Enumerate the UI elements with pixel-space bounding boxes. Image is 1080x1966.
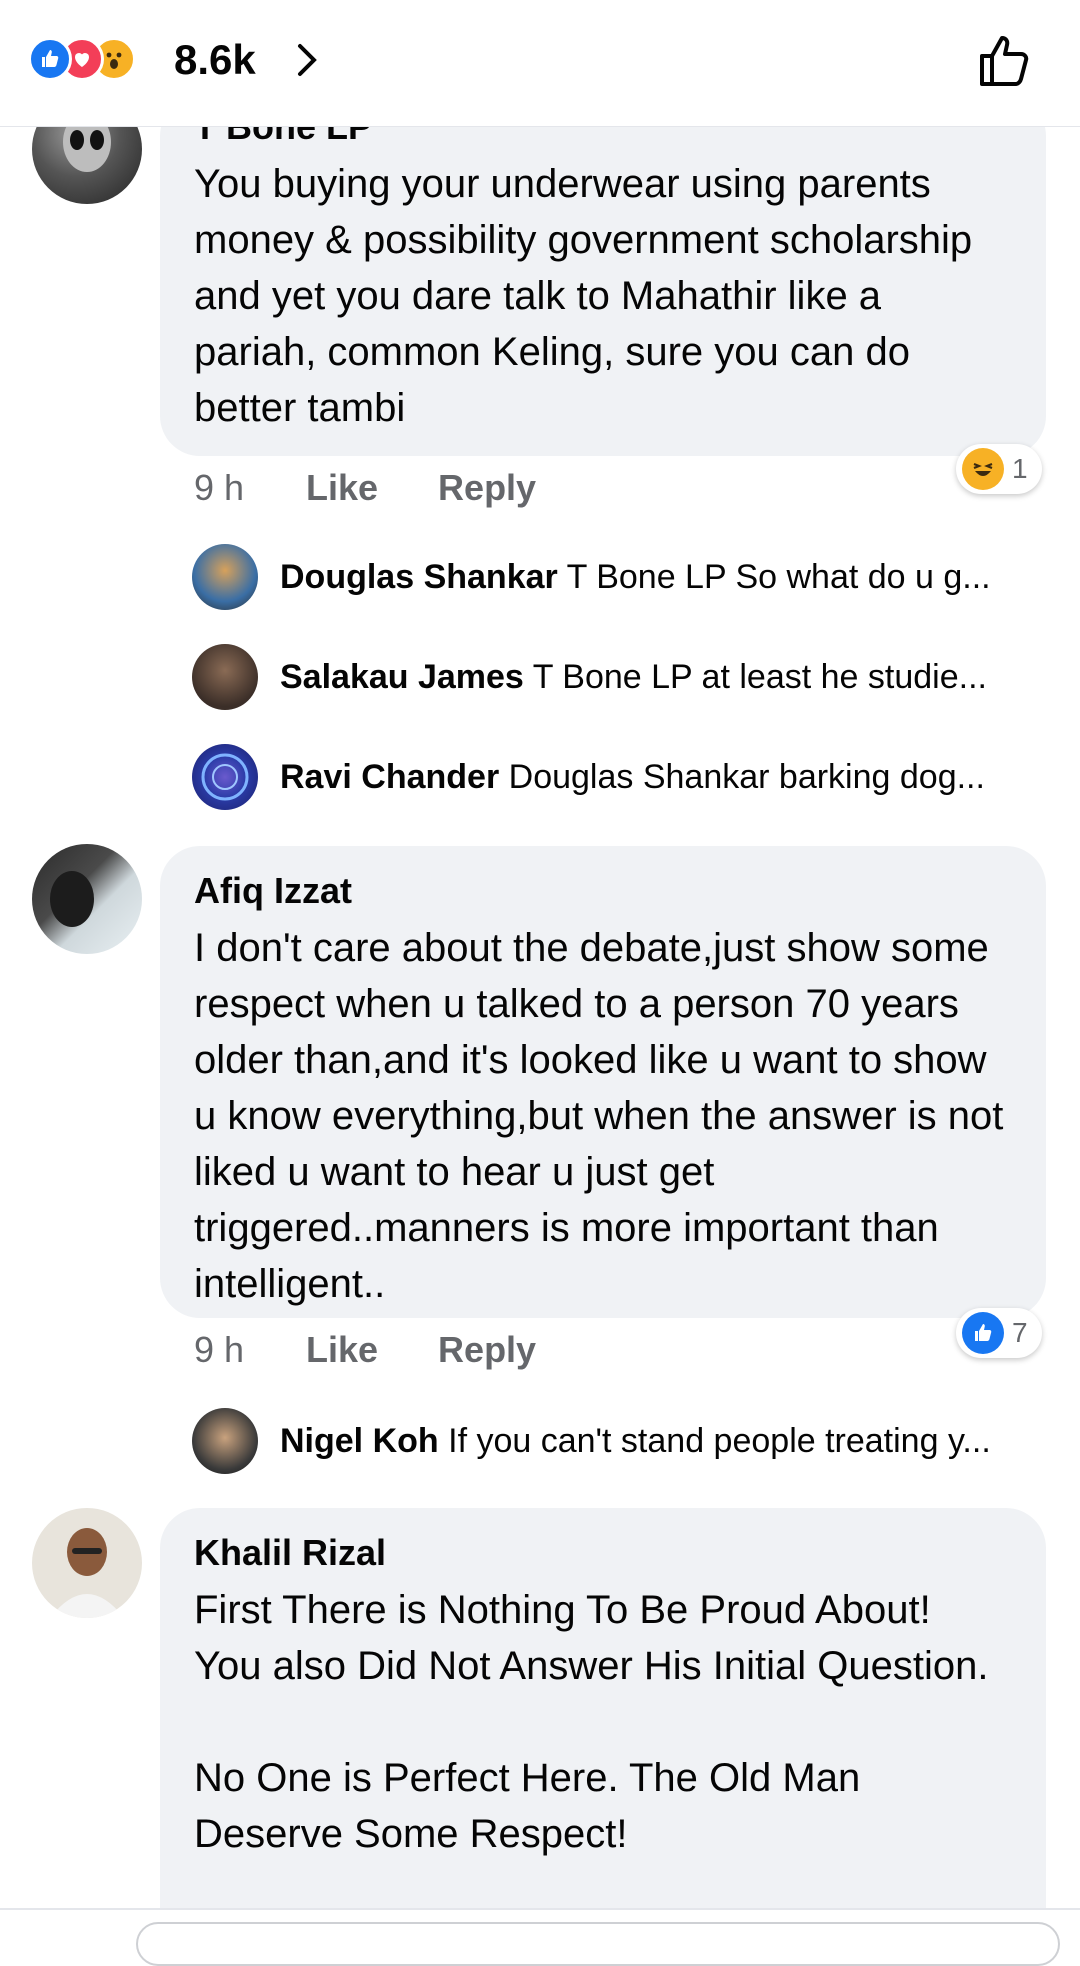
reply-author[interactable]: Ravi Chander (280, 758, 499, 796)
comment-author[interactable]: Khalil Rizal (194, 1532, 1012, 1574)
reply-preview: Nigel Koh If you can't stand people trea… (280, 1422, 991, 1461)
reply-button[interactable]: Reply (438, 466, 536, 510)
avatar-afiq-izzat[interactable] (32, 844, 142, 954)
reply-button[interactable]: Reply (438, 1328, 536, 1372)
comment-actions: 9 h Like Reply (194, 466, 596, 510)
avatar-douglas-shankar[interactable] (192, 544, 258, 610)
chevron-right-icon[interactable] (288, 40, 328, 80)
like-button[interactable]: Like (306, 466, 378, 510)
avatar-khalil-rizal[interactable] (32, 1508, 142, 1618)
reply-text: T Bone LP So what do u g... (566, 557, 991, 596)
like-icon (962, 1312, 1004, 1354)
comment-text: First There is Nothing To Be Proud About… (194, 1588, 989, 1856)
reactions-header: 8.6k (0, 0, 1080, 127)
comment-bubble: Khalil Rizal First There is Nothing To B… (160, 1508, 1046, 1938)
reaction-badge-count: 1 (1012, 453, 1028, 484)
reaction-summary[interactable] (28, 36, 136, 82)
reaction-count[interactable]: 8.6k (174, 34, 256, 86)
like-icon (28, 37, 72, 81)
reply-text: If you can't stand people treating y... (448, 1421, 991, 1460)
reply-row[interactable]: Ravi Chander Douglas Shankar barking dog… (192, 742, 1052, 812)
comment-time[interactable]: 9 h (194, 466, 306, 510)
reaction-badge-count: 7 (1012, 1317, 1028, 1348)
comment-text: I don't care about the debate,just show … (194, 926, 1015, 1306)
reply-text: Douglas Shankar barking dog... (508, 757, 985, 796)
comment-author[interactable]: Afiq Izzat (194, 870, 1012, 912)
comment-actions: 9 h Like Reply (194, 1328, 596, 1372)
comment-text: You buying your underwear using parents … (194, 162, 984, 430)
reply-author[interactable]: Nigel Koh (280, 1422, 439, 1460)
thumbs-up-outline-icon[interactable] (976, 30, 1036, 90)
comment-bubble: Afiq Izzat I don't care about the debate… (160, 846, 1046, 1318)
avatar-nigel-koh[interactable] (192, 1408, 258, 1474)
reply-row[interactable]: Douglas Shankar T Bone LP So what do u g… (192, 542, 1052, 612)
avatar-salakau-james[interactable] (192, 644, 258, 710)
comment-reaction-badge[interactable]: 1 (956, 444, 1042, 494)
reply-row[interactable]: Salakau James T Bone LP at least he stud… (192, 642, 1052, 712)
comment-reaction-badge[interactable]: 7 (956, 1308, 1042, 1358)
comment-time[interactable]: 9 h (194, 1328, 306, 1372)
like-button[interactable]: Like (306, 1328, 378, 1372)
reply-preview: Douglas Shankar T Bone LP So what do u g… (280, 558, 991, 597)
reply-text: T Bone LP at least he studie... (532, 657, 987, 696)
reply-author[interactable]: Salakau James (280, 658, 524, 696)
reply-preview: Ravi Chander Douglas Shankar barking dog… (280, 758, 985, 797)
comment-bubble: T Bone LP You buying your underwear usin… (160, 96, 1046, 456)
reply-author[interactable]: Douglas Shankar (280, 558, 558, 596)
comment-input[interactable] (136, 1922, 1060, 1966)
laughing-emoji-icon (962, 448, 1004, 490)
reply-preview: Salakau James T Bone LP at least he stud… (280, 658, 987, 697)
avatar-ravi-chander[interactable] (192, 744, 258, 810)
reply-row[interactable]: Nigel Koh If you can't stand people trea… (192, 1406, 1052, 1476)
